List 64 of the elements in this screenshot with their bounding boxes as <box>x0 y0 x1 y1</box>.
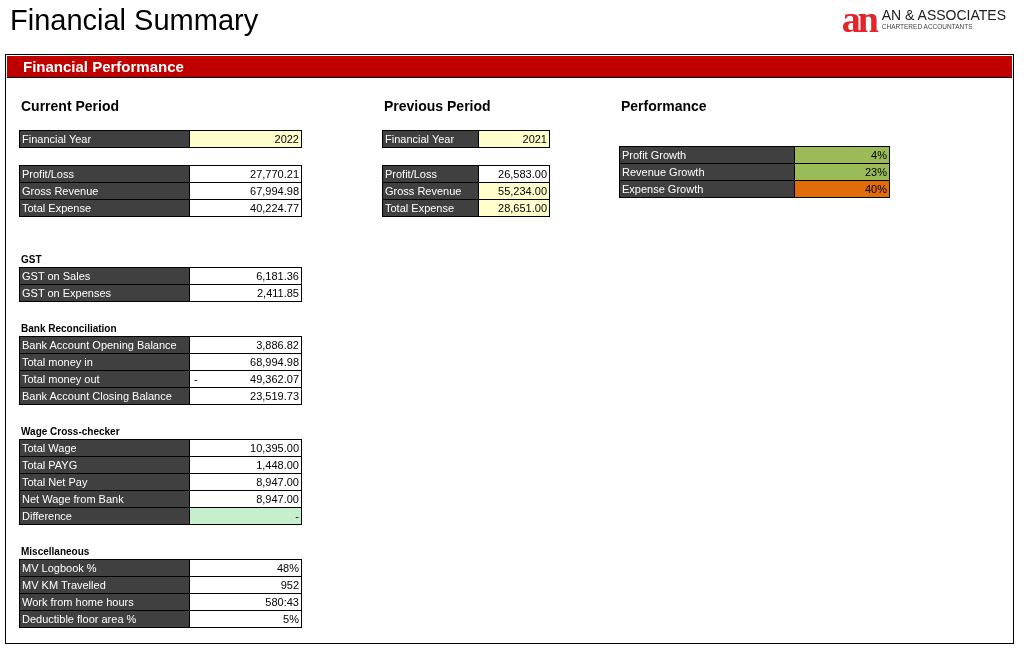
value-text: 67,994.98 <box>250 184 299 199</box>
value-text: 48% <box>276 561 299 576</box>
value-text: 27,770.21 <box>250 167 299 182</box>
label-cell: Revenue Growth <box>620 164 794 180</box>
company-name: AN & ASSOCIATES <box>881 7 1006 23</box>
value-text: 2,411.85 <box>257 286 299 301</box>
label-cell: Bank Account Opening Balance <box>20 337 189 353</box>
value-text: 49,362.07 <box>250 372 299 387</box>
group-heading: GST <box>20 253 43 266</box>
value-text: 4% <box>871 148 887 163</box>
value-text: 40% <box>864 182 887 197</box>
value-text: 2021 <box>522 132 547 147</box>
label-cell: Deductible floor area % <box>20 611 189 627</box>
panel-header: Financial Performance <box>7 56 1012 78</box>
value-text: 26,583.00 <box>498 167 547 182</box>
section-heading: Performance <box>621 97 708 115</box>
section-heading: Current Period <box>21 97 120 115</box>
label-cell: Difference <box>20 508 189 524</box>
group-heading: Miscellaneous <box>20 545 91 558</box>
section-heading: Previous Period <box>384 97 492 115</box>
label-cell: Work from home hours <box>20 594 189 610</box>
value-text: 1,448.00 <box>256 458 299 473</box>
group-heading: Bank Reconciliation <box>20 322 118 335</box>
label-cell: MV Logbook % <box>20 560 189 576</box>
label-cell: Total PAYG <box>20 457 189 473</box>
logo-mark: an <box>841 4 876 34</box>
value-text: 68,994.98 <box>250 355 299 370</box>
label-cell: Total money out <box>20 371 189 387</box>
label-cell: GST on Expenses <box>20 285 189 301</box>
label-cell: Bank Account Closing Balance <box>20 388 189 404</box>
label-cell: Financial Year <box>20 131 189 147</box>
label-cell: Profit Growth <box>620 147 794 163</box>
value-text: 28,651.00 <box>498 201 547 216</box>
label-cell: Profit/Loss <box>20 166 189 182</box>
value-text: 10,395.00 <box>250 441 299 456</box>
label-cell: MV KM Travelled <box>20 577 189 593</box>
value-text: 3,886.82 <box>256 338 299 353</box>
label-cell: Gross Revenue <box>20 183 189 199</box>
value-text: 952 <box>280 578 299 593</box>
value-text: 5% <box>283 612 299 627</box>
value-text: - <box>295 509 299 524</box>
group-heading: Wage Cross-checker <box>20 425 121 438</box>
value-text: 55,234.00 <box>498 184 547 199</box>
label-cell: Gross Revenue <box>383 183 478 199</box>
value-text: 40,224.77 <box>250 201 299 216</box>
page-title: Financial Summary <box>10 3 259 38</box>
label-cell: Expense Growth <box>620 181 794 197</box>
value-text: 23% <box>864 165 887 180</box>
value-text: 8,947.00 <box>256 492 299 507</box>
value-text: 6,181.36 <box>256 269 299 284</box>
label-cell: Financial Year <box>383 131 478 147</box>
value-text: 8,947.00 <box>256 475 299 490</box>
value-text: 580:43 <box>265 595 299 610</box>
value-text: 2022 <box>274 132 299 147</box>
label-cell: Total Net Pay <box>20 474 189 490</box>
label-cell: Total money in <box>20 354 189 370</box>
minus-sign: - <box>194 372 198 387</box>
label-cell: Net Wage from Bank <box>20 491 189 507</box>
label-cell: Profit/Loss <box>383 166 478 182</box>
label-cell: Total Expense <box>20 200 189 216</box>
label-cell: Total Expense <box>383 200 478 216</box>
value-text: 23,519.73 <box>250 389 299 404</box>
label-cell: Total Wage <box>20 440 189 456</box>
label-cell: GST on Sales <box>20 268 189 284</box>
